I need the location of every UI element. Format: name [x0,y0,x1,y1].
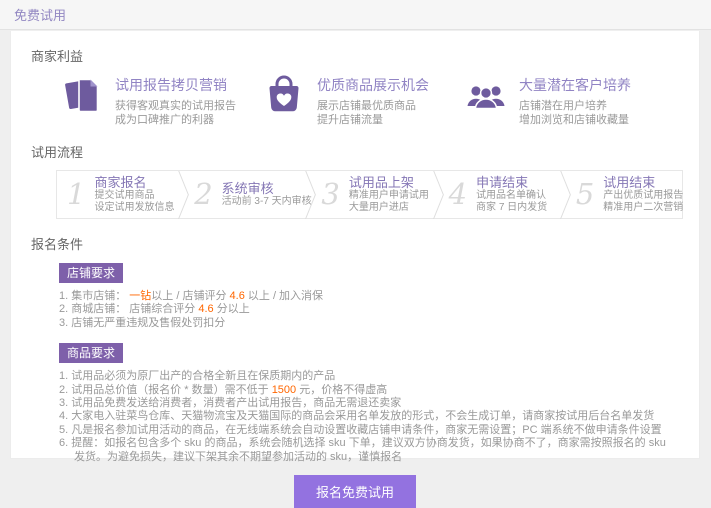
copy-report-icon [59,73,105,117]
bag-heart-icon [261,73,307,117]
highlighted-value: 一钻 [129,290,151,302]
benefit-text: 优质商品展示机会 展示店铺最优质商品 提升店铺流量 [317,73,429,127]
benefit-text: 大量潜在客户培养 店铺潜在用户培养 增加浏览和店铺收藏量 [519,73,631,127]
step-trial-listing: 3 试用品上架 精准用户申请试用 大量用户进店 [311,171,427,218]
step-number: 1 [67,180,85,209]
product-requirements-badge: 商品要求 [59,343,123,363]
conditions-heading: 报名条件 [31,234,699,253]
step-title: 商家报名 [94,175,174,190]
step-line: 大量用户进店 [349,202,429,214]
benefit-line: 增加浏览和店铺收藏量 [519,113,631,127]
step-line: 精准用户申请试用 [349,190,429,202]
benefit-line: 提升店铺流量 [317,113,429,127]
benefit-line: 店铺潜在用户培养 [519,99,631,113]
step-number: 5 [576,180,594,209]
step-title: 申请结束 [476,175,547,190]
step-trial-end: 5 试用结束 产出优质试用报告 精准用户二次营销 [566,171,682,218]
condition-item: 2. 试用品总价值（报名价 * 数量）需不低于 1500 元，价格不得虚高 [59,384,679,397]
step-separator-chevron [300,171,311,218]
benefit-title: 试用报告拷贝营销 [115,75,236,95]
step-line: 试用品名单确认 [476,190,547,202]
condition-item: 1. 试用品必须为原厂出产的合格全新且在保质期内的产品 [59,370,679,383]
step-separator-chevron [555,171,566,218]
button-row: 报名免费试用 [11,475,699,508]
step-line: 产出优质试用报告 [603,190,683,202]
step-line: 精准用户二次营销 [603,202,683,214]
step-number: 4 [449,180,467,209]
benefit-title: 大量潜在客户培养 [519,75,631,95]
benefit-text: 试用报告拷贝营销 获得客观真实的试用报告 成为口碑推广的利器 [115,73,236,127]
benefit-line: 成为口碑推广的利器 [115,113,236,127]
signup-free-trial-button[interactable]: 报名免费试用 [294,475,416,508]
benefit-title: 优质商品展示机会 [317,75,429,95]
step-application-end: 4 申请结束 试用品名单确认 商家 7 日内发货 [439,171,555,218]
benefit-line: 展示店铺最优质商品 [317,99,429,113]
product-requirements-list: 1. 试用品必须为原厂出产的合格全新且在保质期内的产品2. 试用品总价值（报名价… [59,370,679,464]
page-header: 免费试用 [0,0,711,30]
benefit-customer-growth: 大量潜在客户培养 店铺潜在用户培养 增加浏览和店铺收藏量 [463,73,631,127]
benefit-line: 获得客观真实的试用报告 [115,99,236,113]
step-separator-chevron [428,171,439,218]
highlighted-value: 4.6 [230,290,245,302]
step-number: 3 [321,180,339,209]
step-title: 试用结束 [603,175,683,190]
page-title: 免费试用 [14,5,66,24]
benefit-copy-report: 试用报告拷贝营销 获得客观真实的试用报告 成为口碑推广的利器 [59,73,261,127]
benefit-product-display: 优质商品展示机会 展示店铺最优质商品 提升店铺流量 [261,73,463,127]
shop-requirements-badge: 店铺要求 [59,263,123,283]
step-line: 设定试用发放信息 [94,202,174,214]
process-heading: 试用流程 [31,142,699,161]
step-number: 2 [194,180,212,209]
highlighted-value: 4.6 [198,303,213,315]
condition-item: 3. 店铺无严重违规及售假处罚扣分 [59,317,679,330]
step-title: 系统审核 [222,181,312,196]
step-system-review: 2 系统审核 活动前 3-7 天内审核 [184,171,300,218]
benefits-heading: 商家利益 [31,46,699,65]
step-line: 商家 7 日内发货 [476,202,547,214]
condition-item: 5. 凡是报名参加试用活动的商品，在无线端系统会自动设置收藏店铺申请条件，商家无… [59,424,679,437]
condition-item: 2. 商城店铺： 店铺综合评分 4.6 分以上 [59,303,679,316]
condition-item: 6. 提醒：如报名包含多个 sku 的商品，系统会随机选择 sku 下单，建议双… [59,437,679,464]
content-card: 商家利益 试用报告拷贝营销 获得客观真实的试用报告 成为口碑推广的利器 [10,31,700,459]
step-line: 活动前 3-7 天内审核 [222,196,312,208]
condition-item: 3. 试用品免费发送给消费者，消费者产出试用报告，商品无需退还卖家 [59,397,679,410]
benefits-row: 试用报告拷贝营销 获得客观真实的试用报告 成为口碑推广的利器 优质商品展示机会 … [59,73,699,127]
step-title: 试用品上架 [349,175,429,190]
users-icon [463,73,509,117]
step-line: 提交试用商品 [94,190,174,202]
process-steps-bar: 1 商家报名 提交试用商品 设定试用发放信息 2 系统审核 活动前 3-7 天内… [56,170,683,219]
step-separator-chevron [173,171,184,218]
step-merchant-signup: 1 商家报名 提交试用商品 设定试用发放信息 [57,171,173,218]
shop-requirements-list: 1. 集市店铺： 一钻以上 / 店铺评分 4.6 以上 / 加入消保2. 商城店… [59,290,679,330]
highlighted-value: 1500 [272,384,296,396]
condition-item: 1. 集市店铺： 一钻以上 / 店铺评分 4.6 以上 / 加入消保 [59,290,679,303]
condition-item: 4. 大家电入驻菜鸟仓库、天猫物流宝及天猫国际的商品会采用名单发放的形式，不会生… [59,410,679,423]
